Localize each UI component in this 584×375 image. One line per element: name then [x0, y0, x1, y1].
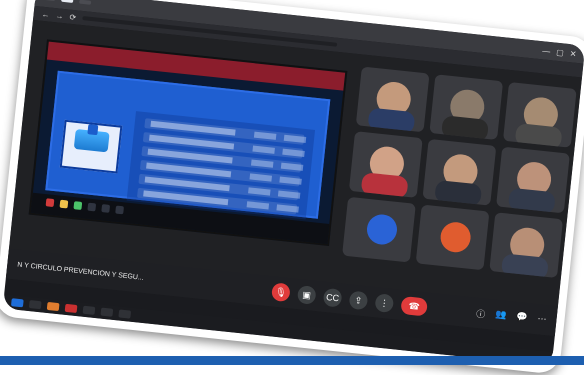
present-button[interactable]: ⇪: [348, 290, 369, 311]
app-icon[interactable]: [64, 303, 78, 314]
app-icon: [45, 198, 55, 208]
people-icon[interactable]: 👥: [495, 308, 507, 322]
activities-icon[interactable]: ⋯: [537, 313, 547, 327]
captions-button[interactable]: CC: [322, 287, 343, 308]
search-icon[interactable]: [28, 300, 42, 310]
app-icon[interactable]: [118, 309, 132, 319]
logo-text: [63, 160, 117, 166]
call-controls: 🎙 ▣ CC ⇪ ⋮ ☎: [270, 282, 429, 317]
start-icon[interactable]: [10, 298, 24, 308]
meeting-title: N Y CÍRCULO PREVENCIÓN Y SEGU...: [16, 261, 145, 282]
app-icon: [101, 204, 111, 213]
participant-tile[interactable]: [342, 196, 416, 263]
participant-avatar: [365, 212, 399, 246]
monitor-screen: — ▢ ✕ ← → ⟳ N Y CÍRCULO PREVENCIÓN Y SEG…: [2, 0, 584, 366]
chat-icon[interactable]: 💬: [516, 311, 528, 325]
participant-tile[interactable]: [496, 146, 570, 214]
mic-off-icon: 🎙: [274, 286, 288, 298]
bottom-accent-bar: [0, 356, 584, 365]
more-icon: ⋮: [379, 297, 390, 309]
info-icon[interactable]: ⓘ: [476, 306, 486, 320]
shared-taskbar-icons: [45, 198, 124, 215]
app-icon[interactable]: [100, 307, 114, 317]
participant-tile[interactable]: [502, 81, 577, 149]
participants-grid: [342, 66, 577, 279]
maximize-icon[interactable]: ▢: [556, 47, 564, 57]
logo-mark: [73, 128, 110, 153]
participant-video-body: [514, 122, 563, 149]
browser-tab[interactable]: [78, 0, 92, 5]
mic-off-button[interactable]: 🎙: [270, 282, 291, 303]
more-options-button[interactable]: ⋮: [374, 293, 395, 314]
browser-tab[interactable]: [43, 0, 56, 2]
participant-avatar: [439, 220, 473, 254]
app-icon[interactable]: [46, 301, 60, 312]
app-icon: [59, 199, 69, 209]
browser-tab-active[interactable]: [61, 0, 74, 3]
window-controls: — ▢ ✕: [542, 46, 577, 59]
shared-screen: [28, 39, 348, 247]
present-icon: ⇪: [354, 294, 363, 306]
end-call-button[interactable]: ☎: [400, 295, 429, 317]
app-icon: [115, 205, 124, 215]
refresh-icon[interactable]: ⟳: [69, 12, 77, 22]
meeting-right-icons: ⓘ 👥 💬 ⋯: [476, 306, 547, 326]
participant-video-body: [360, 172, 409, 198]
participant-video-body: [507, 187, 556, 214]
forward-icon[interactable]: →: [55, 11, 64, 21]
minimize-icon[interactable]: —: [542, 46, 551, 56]
end-call-icon: ☎: [408, 300, 421, 312]
participant-tile[interactable]: [489, 211, 564, 279]
app-icon: [73, 201, 83, 210]
participant-tile[interactable]: [415, 204, 490, 271]
participant-tile[interactable]: [429, 74, 504, 141]
participant-tile[interactable]: [355, 66, 430, 133]
close-icon[interactable]: ✕: [569, 49, 577, 59]
camera-icon: ▣: [302, 289, 312, 300]
slide-table: [126, 111, 316, 220]
captions-icon: CC: [325, 292, 340, 304]
photo-frame: — ▢ ✕ ← → ⟳ N Y CÍRCULO PREVENCIÓN Y SEG…: [0, 0, 584, 375]
slide: [45, 70, 331, 220]
participant-video-body: [434, 180, 483, 206]
slide-logo: [59, 119, 123, 174]
app-icon: [87, 202, 97, 212]
participant-tile[interactable]: [348, 131, 423, 198]
back-icon[interactable]: ←: [41, 9, 50, 19]
camera-button[interactable]: ▣: [296, 285, 317, 305]
participant-video-body: [500, 252, 549, 279]
app-icon[interactable]: [82, 305, 96, 315]
participant-video-body: [367, 107, 416, 133]
participant-video-body: [440, 115, 490, 141]
participant-tile[interactable]: [422, 139, 497, 206]
